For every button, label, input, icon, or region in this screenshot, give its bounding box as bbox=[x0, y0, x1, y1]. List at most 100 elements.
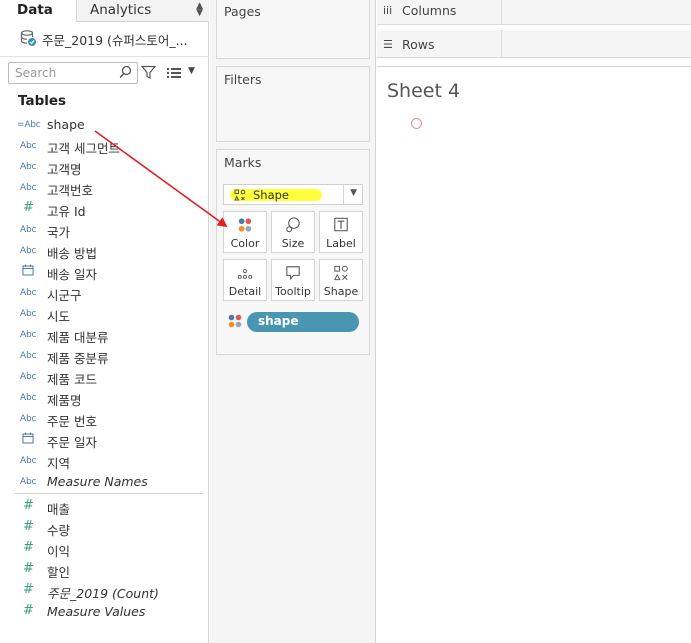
marks-title: Marks bbox=[224, 155, 262, 170]
field-item[interactable]: Abc 국가 bbox=[0, 219, 209, 240]
string-type-icon: Abc bbox=[20, 351, 37, 361]
field-label: Measure Values bbox=[47, 604, 146, 619]
tab-analytics-label: Analytics bbox=[90, 2, 152, 18]
string-type-icon: Abc bbox=[20, 225, 37, 235]
field-item[interactable]: Abc 주문 번호 bbox=[0, 408, 209, 429]
list-view-icon[interactable] bbox=[167, 67, 181, 79]
label-label: Label bbox=[326, 237, 356, 250]
tab-analytics[interactable]: Analytics ▲ ▼ bbox=[77, 0, 209, 21]
filters-shelf[interactable]: Filters bbox=[216, 66, 370, 142]
field-item[interactable]: Abc 제품 대분류 bbox=[0, 324, 209, 345]
color-button[interactable]: Color bbox=[223, 211, 267, 253]
label-button[interactable]: Label bbox=[319, 211, 363, 253]
columns-shelf[interactable]: iii Columns bbox=[377, 0, 691, 25]
mark-type-dropdown[interactable]: Shape ▼ bbox=[223, 184, 363, 205]
datasource-name: 주문_2019 (슈퍼스토어_... bbox=[42, 33, 188, 48]
string-type-icon: Abc bbox=[20, 183, 37, 193]
field-label: 고객 세그먼트 bbox=[47, 141, 120, 156]
field-label: 배송 일자 bbox=[47, 267, 97, 282]
field-item[interactable]: Abc 지역 bbox=[0, 450, 209, 471]
filter-icon[interactable] bbox=[141, 65, 156, 80]
field-label: 주문 번호 bbox=[47, 414, 97, 429]
field-label: 주문_2019 (Count) bbox=[47, 586, 159, 601]
shape-label: Shape bbox=[323, 285, 359, 298]
number-type-icon: # bbox=[23, 498, 34, 513]
string-type-icon: Abc bbox=[20, 309, 37, 319]
field-item[interactable]: 주문 일자 bbox=[0, 429, 209, 450]
field-label: 시군구 bbox=[47, 288, 82, 303]
field-item[interactable]: # 주문_2019 (Count) bbox=[0, 580, 209, 601]
field-item[interactable]: Abc Measure Names bbox=[0, 471, 209, 492]
worksheet-view[interactable]: Sheet 4 bbox=[377, 66, 691, 643]
field-item[interactable]: # 고유 Id bbox=[0, 198, 209, 219]
circle-mark[interactable] bbox=[411, 118, 422, 129]
updown-arrows-icon[interactable]: ▲ ▼ bbox=[196, 2, 203, 18]
field-label: 매출 bbox=[47, 502, 71, 517]
tooltip-button[interactable]: Tooltip bbox=[271, 259, 315, 301]
number-type-icon: # bbox=[23, 603, 34, 618]
string-type-icon: Abc bbox=[20, 162, 37, 172]
field-item[interactable]: Abc 제품명 bbox=[0, 387, 209, 408]
shape-mark-icon bbox=[234, 189, 246, 201]
field-label: 고유 Id bbox=[47, 204, 86, 219]
number-type-icon: # bbox=[23, 561, 34, 576]
tooltip-label: Tooltip bbox=[275, 285, 311, 298]
sheet-title[interactable]: Sheet 4 bbox=[387, 80, 460, 102]
field-label: 배송 방법 bbox=[47, 246, 97, 261]
fields-list: =Abc shape Abc 고객 세그먼트 Abc 고객명 Abc 고객번호 # 고유 Id Ab… bbox=[0, 114, 209, 622]
size-button[interactable]: Size bbox=[271, 211, 315, 253]
field-item[interactable]: # 수량 bbox=[0, 517, 209, 538]
number-type-icon: # bbox=[23, 519, 34, 534]
chevron-down-icon[interactable]: ▼ bbox=[188, 66, 195, 76]
search-row: Search ▼ bbox=[0, 62, 209, 86]
field-label: 제품 코드 bbox=[47, 372, 97, 387]
field-label: 국가 bbox=[47, 225, 71, 240]
field-item[interactable]: Abc 고객 세그먼트 bbox=[0, 135, 209, 156]
field-label: 제품 대분류 bbox=[47, 330, 109, 345]
chevron-down-icon[interactable]: ▼ bbox=[350, 188, 357, 198]
color-icon bbox=[238, 218, 252, 232]
shelf-separator bbox=[501, 0, 502, 24]
field-label: 제품 중분류 bbox=[47, 351, 109, 366]
field-item[interactable]: Abc 고객번호 bbox=[0, 177, 209, 198]
string-type-icon: Abc bbox=[20, 477, 37, 487]
field-label: Measure Names bbox=[47, 474, 148, 489]
field-item[interactable]: Abc 제품 중분류 bbox=[0, 345, 209, 366]
detail-label: Detail bbox=[228, 285, 262, 298]
rows-shelf[interactable]: ☰ Rows bbox=[377, 30, 691, 58]
pages-title: Pages bbox=[224, 4, 261, 19]
field-item[interactable]: Abc 제품 코드 bbox=[0, 366, 209, 387]
field-item[interactable]: # 이익 bbox=[0, 538, 209, 559]
field-label: 이익 bbox=[47, 544, 71, 559]
string-type-icon: Abc bbox=[20, 288, 37, 298]
field-label: 할인 bbox=[47, 565, 71, 580]
field-label: 시도 bbox=[47, 309, 71, 324]
string-type-icon: Abc bbox=[20, 372, 37, 382]
number-type-icon: # bbox=[23, 540, 34, 555]
string-type-icon: Abc bbox=[20, 393, 37, 403]
datasource-item[interactable]: 주문_2019 (슈퍼스토어_... bbox=[0, 23, 209, 57]
field-item[interactable]: Abc 시군구 bbox=[0, 282, 209, 303]
field-item[interactable]: =Abc shape bbox=[0, 114, 209, 135]
shelf-separator bbox=[501, 30, 502, 57]
shape-button[interactable]: Shape bbox=[319, 259, 363, 301]
top-shelves: iii Columns ☰ Rows bbox=[377, 0, 691, 62]
shape-field-pill[interactable]: shape bbox=[247, 312, 359, 332]
field-item[interactable]: Abc 고객명 bbox=[0, 156, 209, 177]
field-item[interactable]: # Measure Values bbox=[0, 601, 209, 622]
string-type-icon: Abc bbox=[20, 456, 37, 466]
field-item[interactable]: Abc 배송 방법 bbox=[0, 240, 209, 261]
mark-type-label: Shape bbox=[253, 188, 290, 202]
field-item[interactable]: # 매출 bbox=[0, 496, 209, 517]
field-item[interactable]: # 할인 bbox=[0, 559, 209, 580]
pages-shelf[interactable]: Pages bbox=[216, 0, 370, 59]
tab-data[interactable]: Data bbox=[0, 0, 77, 22]
field-label: 주문 일자 bbox=[47, 435, 97, 450]
field-item[interactable]: Abc 시도 bbox=[0, 303, 209, 324]
tables-heading: Tables bbox=[18, 93, 67, 109]
field-item[interactable]: 배송 일자 bbox=[0, 261, 209, 282]
dropdown-separator bbox=[343, 185, 344, 204]
search-input[interactable]: Search bbox=[8, 62, 138, 84]
size-icon bbox=[286, 217, 300, 233]
detail-button[interactable]: Detail bbox=[223, 259, 267, 301]
